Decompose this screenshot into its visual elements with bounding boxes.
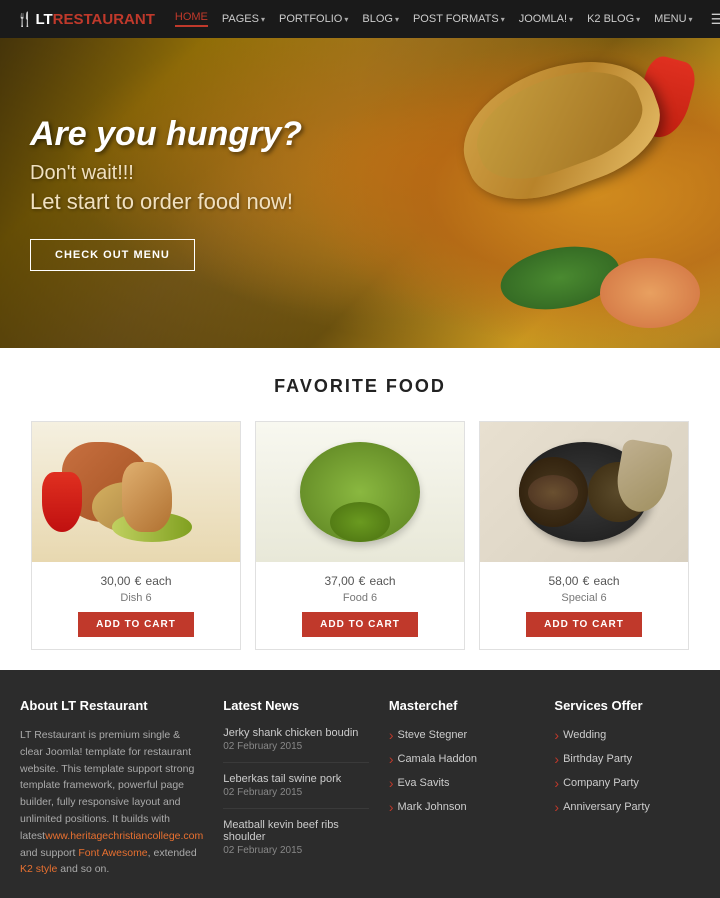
hero-subtitle1: Don't wait!!!: [30, 162, 302, 185]
food-section-title: FAVORITE FOOD: [16, 376, 704, 397]
food-price-3: 58,00 € each: [480, 572, 688, 589]
footer: About LT Restaurant LT Restaurant is pre…: [0, 670, 720, 898]
news-item-1[interactable]: Jerky shank chicken boudin 02 February 2…: [223, 727, 369, 763]
services-item-anniversary[interactable]: Anniversary Party: [554, 799, 700, 815]
services-item-company[interactable]: Company Party: [554, 775, 700, 791]
hero-food-image: [300, 38, 720, 348]
footer-services-title: Services Offer: [554, 698, 700, 713]
checkout-menu-button[interactable]: CHECK OUT MENU: [30, 239, 195, 271]
logo-restaurant: RESTAURANT: [53, 11, 155, 28]
footer-news-title: Latest News: [223, 698, 369, 713]
footer-about-text: LT Restaurant is premium single & clear …: [20, 727, 203, 878]
news-item-3-date: 02 February 2015: [223, 845, 369, 856]
food-card-3: 58,00 € each Special 6 ADD TO CART: [479, 421, 689, 650]
footer-link-fontawesome[interactable]: Font Awesome: [78, 847, 147, 859]
logo-lt: LT: [35, 11, 52, 28]
news-item-2[interactable]: Leberkas tail swine pork 02 February 201…: [223, 773, 369, 809]
masterchef-item-4[interactable]: Mark Johnson: [389, 799, 535, 815]
services-item-birthday[interactable]: Birthday Party: [554, 751, 700, 767]
news-item-3[interactable]: Meatball kevin beef ribs shoulder 02 Feb…: [223, 819, 369, 866]
nav-item-home[interactable]: HOME: [175, 11, 208, 27]
food-card-1: 30,00 € each Dish 6 ADD TO CART: [31, 421, 241, 650]
services-item-wedding[interactable]: Wedding: [554, 727, 700, 743]
hero-section: Are you hungry? Don't wait!!! Let start …: [0, 38, 720, 348]
chevron-down-icon: ▾: [501, 15, 505, 24]
news-item-3-title[interactable]: Meatball kevin beef ribs shoulder: [223, 819, 369, 843]
masterchef-item-2[interactable]: Camala Haddon: [389, 751, 535, 767]
footer-masterchef-col: Masterchef Steve Stegner Camala Haddon E…: [389, 698, 535, 878]
hero-content: Are you hungry? Don't wait!!! Let start …: [0, 85, 332, 301]
food-name-3: Special 6: [480, 592, 688, 604]
nav-item-menu[interactable]: MENU ▾: [654, 13, 692, 25]
nav-item-pages[interactable]: PAGES ▾: [222, 13, 265, 25]
news-item-2-date: 02 February 2015: [223, 787, 369, 798]
add-to-cart-button-1[interactable]: ADD TO CART: [78, 612, 194, 637]
footer-about-col: About LT Restaurant LT Restaurant is pre…: [20, 698, 203, 878]
burrito-decoration: [446, 38, 675, 219]
news-item-2-title[interactable]: Leberkas tail swine pork: [223, 773, 369, 785]
chevron-down-icon: ▾: [569, 15, 573, 24]
chevron-down-icon: ▾: [344, 15, 348, 24]
nav-item-blog[interactable]: BLOG ▾: [362, 13, 399, 25]
food-section: FAVORITE FOOD 30,00 € each Dish 6 ADD TO…: [0, 348, 720, 670]
food-price-2: 37,00 € each: [256, 572, 464, 589]
footer-masterchef-title: Masterchef: [389, 698, 535, 713]
food-name-1: Dish 6: [32, 592, 240, 604]
news-item-1-date: 02 February 2015: [223, 741, 369, 752]
add-to-cart-button-2[interactable]: ADD TO CART: [302, 612, 418, 637]
food-image-3: [480, 422, 688, 562]
logo-fork-icon: 🍴: [16, 11, 33, 28]
footer-link-website[interactable]: www.heritagechristiancollege.com: [45, 830, 203, 842]
footer-services-col: Services Offer Wedding Birthday Party Co…: [554, 698, 700, 878]
main-nav: HOME PAGES ▾ PORTFOLIO ▾ BLOG ▾ POST FOR…: [175, 11, 720, 28]
nav-item-k2blog[interactable]: K2 BLOG ▾: [587, 13, 640, 25]
nav-item-post-formats[interactable]: POST FORMATS ▾: [413, 13, 505, 25]
masterchef-item-3[interactable]: Eva Savits: [389, 775, 535, 791]
logo[interactable]: 🍴 LT RESTAURANT: [16, 11, 155, 28]
food-card-2: 37,00 € each Food 6 ADD TO CART: [255, 421, 465, 650]
footer-grid: About LT Restaurant LT Restaurant is pre…: [20, 698, 700, 878]
chevron-down-icon: ▾: [636, 15, 640, 24]
chevron-down-icon: ▾: [689, 15, 693, 24]
add-to-cart-button-3[interactable]: ADD TO CART: [526, 612, 642, 637]
footer-news-col: Latest News Jerky shank chicken boudin 0…: [223, 698, 369, 878]
nav-item-joomla[interactable]: JOOMLA! ▾: [519, 13, 573, 25]
hero-title: Are you hungry?: [30, 115, 302, 154]
header: 🍴 LT RESTAURANT HOME PAGES ▾ PORTFOLIO ▾…: [0, 0, 720, 38]
hero-subtitle2: Let start to order food now!: [30, 189, 302, 215]
food-grid: 30,00 € each Dish 6 ADD TO CART 37,00 € …: [16, 421, 704, 650]
food-name-2: Food 6: [256, 592, 464, 604]
shrimp-decoration: [600, 258, 700, 328]
masterchef-item-1[interactable]: Steve Stegner: [389, 727, 535, 743]
nav-item-portfolio[interactable]: PORTFOLIO ▾: [279, 13, 348, 25]
news-item-1-title[interactable]: Jerky shank chicken boudin: [223, 727, 369, 739]
footer-link-k2[interactable]: K2 style: [20, 863, 57, 875]
chevron-down-icon: ▾: [261, 15, 265, 24]
chevron-down-icon: ▾: [395, 15, 399, 24]
food-image-2: [256, 422, 464, 562]
food-image-1: [32, 422, 240, 562]
hamburger-menu-icon[interactable]: ☰: [711, 11, 720, 28]
food-price-1: 30,00 € each: [32, 572, 240, 589]
footer-about-title: About LT Restaurant: [20, 698, 203, 713]
